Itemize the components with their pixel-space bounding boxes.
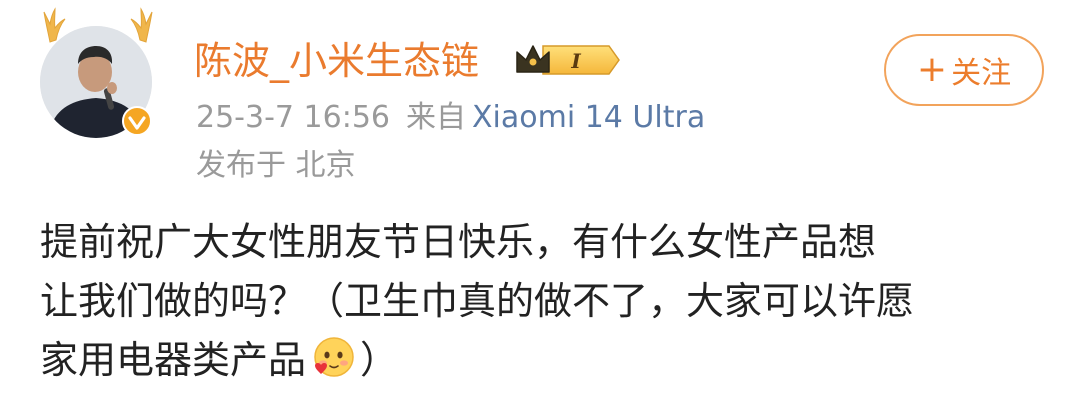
follow-button[interactable]: + 关注	[884, 34, 1044, 106]
post-content-line: 提前祝广大女性朋友节日快乐，有什么女性产品想	[40, 220, 877, 264]
follow-label: 关注	[951, 56, 1012, 91]
timestamp[interactable]: 25-3-7 16:56	[196, 100, 390, 135]
vip-crown-badge-icon[interactable]: I	[513, 38, 625, 82]
plus-icon: +	[916, 49, 948, 90]
weibo-post: 陈波_小米生态链 I 25-3-7 16:56 来自 Xiaomi 14 Ultra…	[0, 0, 1080, 402]
svg-text:I: I	[570, 49, 581, 73]
shy-heart-emoji-icon	[314, 337, 354, 377]
post-content-text: 家用电器类产品	[40, 338, 307, 382]
avatar[interactable]	[36, 6, 166, 141]
verified-badge-icon	[122, 106, 152, 136]
post-content-line: 家用电器类产品 ）	[40, 331, 1040, 390]
post-content-line: 让我们做的吗？（卫生巾真的做不了，大家可以许愿	[40, 279, 915, 323]
post-location: 发布于 北京	[196, 148, 356, 183]
username[interactable]: 陈波_小米生态链	[194, 38, 479, 84]
post-meta: 25-3-7 16:56 来自 Xiaomi 14 Ultra	[196, 98, 705, 138]
post-content: 提前祝广大女性朋友节日快乐，有什么女性产品想 让我们做的吗？（卫生巾真的做不了，…	[40, 213, 1040, 390]
source-prefix: 来自	[406, 100, 466, 135]
post-content-text: ）	[360, 338, 399, 382]
device-link[interactable]: Xiaomi 14 Ultra	[472, 100, 705, 135]
